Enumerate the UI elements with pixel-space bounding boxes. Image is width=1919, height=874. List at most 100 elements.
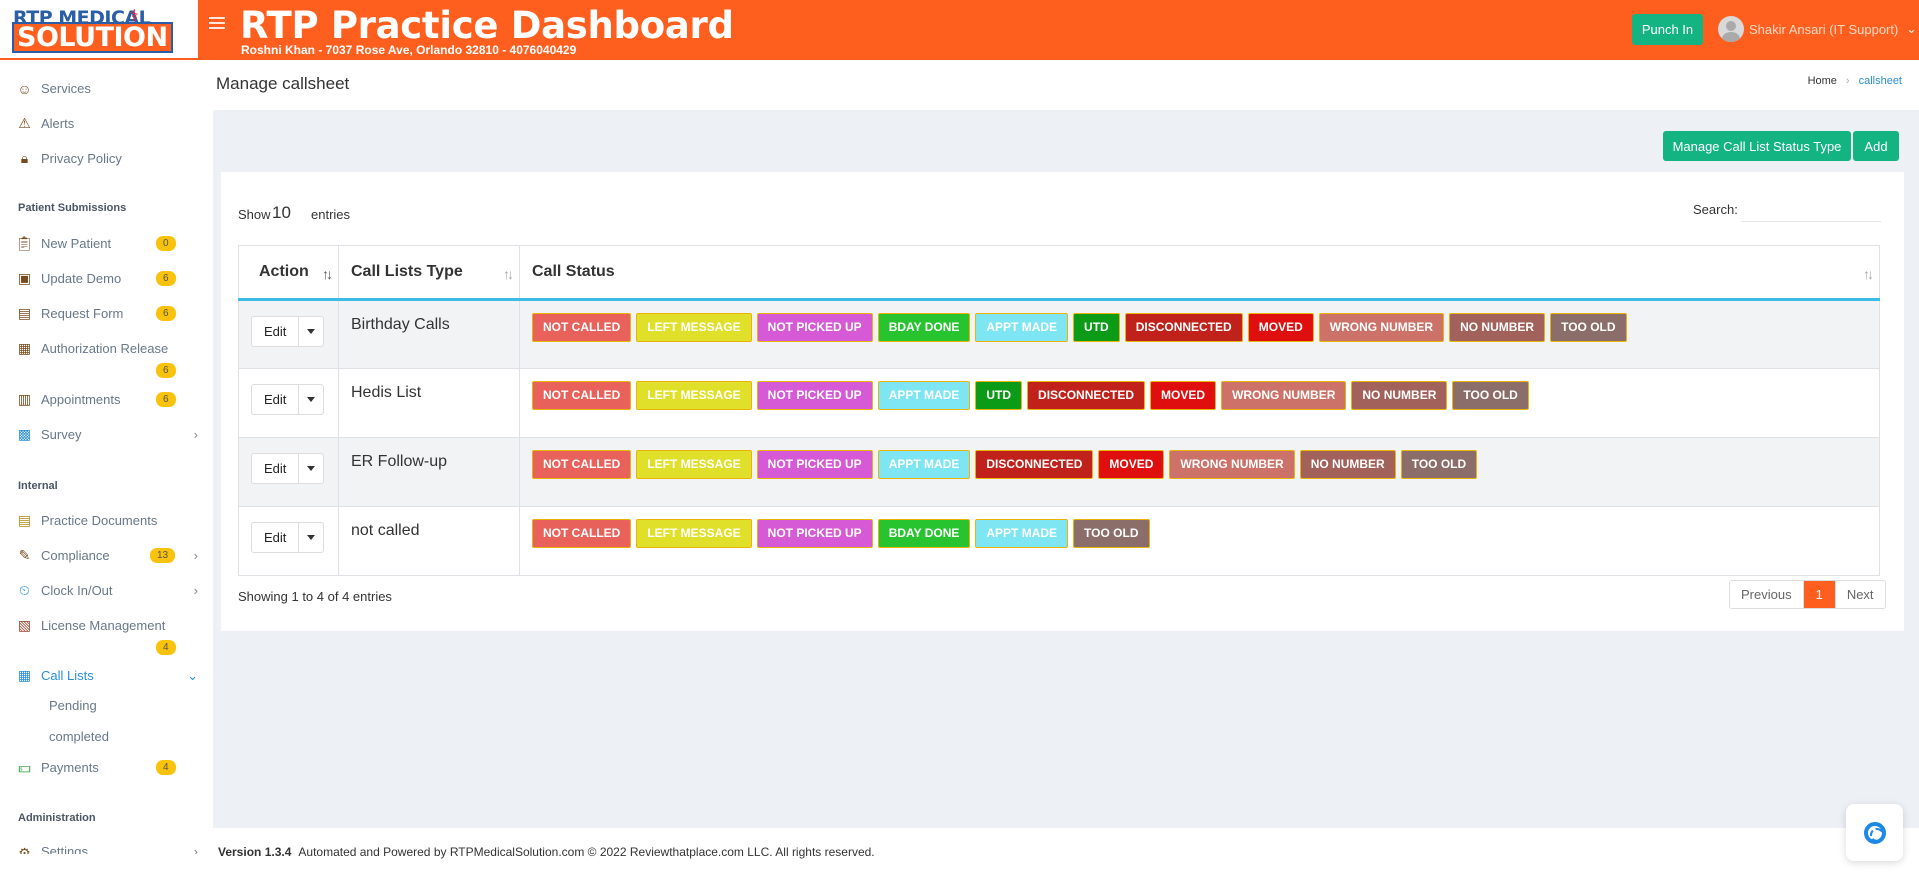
- sidebar-item-authorization-release[interactable]: ▦ Authorization Release: [15, 339, 198, 358]
- status-chip[interactable]: NOT PICKED UP: [756, 313, 873, 342]
- status-chip[interactable]: BDAY DONE: [877, 313, 971, 342]
- page-1-button[interactable]: 1: [1803, 581, 1835, 608]
- pencil-icon: ✎: [18, 547, 31, 563]
- sidebar-subitem-pending[interactable]: Pending: [49, 698, 97, 713]
- breadcrumb-home[interactable]: Home: [1808, 75, 1837, 87]
- menu-toggle-icon[interactable]: [209, 17, 225, 31]
- sidebar-item-practice-documents[interactable]: ▤ Practice Documents: [15, 511, 198, 530]
- section-patient-submissions: Patient Submissions: [18, 202, 127, 214]
- sort-icon: ↑↓: [322, 266, 333, 282]
- status-chip[interactable]: WRONG NUMBER: [1169, 450, 1295, 479]
- practice-subtitle: Roshni Khan - 7037 Rose Ave, Orlando 328…: [241, 43, 577, 57]
- status-chip[interactable]: DISCONNECTED: [1124, 313, 1243, 342]
- sidebar-item-update-demo[interactable]: ▣ Update Demo 6: [15, 269, 198, 288]
- status-chip[interactable]: WRONG NUMBER: [1318, 313, 1445, 342]
- sidebar-subitem-completed[interactable]: completed: [49, 729, 109, 744]
- chevron-down-icon: ⌄: [187, 667, 198, 683]
- caret-down-icon[interactable]: [299, 317, 323, 346]
- status-chip[interactable]: NO NUMBER: [1449, 313, 1546, 342]
- status-chip[interactable]: APPT MADE: [975, 313, 1069, 342]
- section-administration: Administration: [18, 812, 96, 824]
- status-chip[interactable]: TOO OLD: [1073, 519, 1150, 548]
- status-chip[interactable]: LEFT MESSAGE: [636, 313, 752, 342]
- edit-button[interactable]: Edit: [252, 523, 300, 552]
- status-chip[interactable]: NOT PICKED UP: [756, 450, 873, 479]
- search-input[interactable]: [1741, 196, 1881, 222]
- manage-status-type-button[interactable]: Manage Call List Status Type: [1663, 131, 1851, 161]
- status-chip[interactable]: NO NUMBER: [1351, 381, 1448, 410]
- status-chip[interactable]: TOO OLD: [1550, 313, 1627, 342]
- money-icon: 💵︎: [18, 759, 31, 775]
- previous-page-button[interactable]: Previous: [1730, 581, 1804, 608]
- status-chip[interactable]: DISCONNECTED: [1027, 381, 1146, 410]
- status-chip[interactable]: TOO OLD: [1400, 450, 1478, 479]
- sidebar-item-appointments[interactable]: ▥ Appointments 6: [15, 390, 198, 409]
- status-chip[interactable]: NO NUMBER: [1299, 450, 1396, 479]
- caret-down-icon[interactable]: [299, 523, 323, 552]
- status-chip[interactable]: DISCONNECTED: [975, 450, 1094, 479]
- count-badge: 6: [156, 306, 176, 321]
- caret-down-icon[interactable]: [299, 385, 323, 414]
- status-chip[interactable]: APPT MADE: [877, 450, 971, 479]
- column-header-type[interactable]: Call Lists Type ↑↓: [338, 245, 520, 301]
- punch-in-button[interactable]: Punch In: [1632, 14, 1703, 45]
- sidebar-item-label: Payments: [41, 760, 99, 775]
- sidebar-item-new-patient[interactable]: 📋︎ New Patient 0: [15, 234, 198, 253]
- top-header: RTP MEDICAL ⚕ SOLUTION RTP Practice Dash…: [0, 0, 1919, 60]
- sidebar-item-payments[interactable]: 💵︎ Payments 4: [15, 758, 198, 777]
- logo[interactable]: RTP MEDICAL ⚕ SOLUTION: [0, 0, 198, 60]
- sidebar-item-label: License Management: [41, 618, 166, 633]
- column-label: Call Lists Type: [351, 263, 463, 280]
- page-length-select[interactable]: 10: [272, 203, 291, 223]
- user-menu[interactable]: Shakir Ansari (IT Support) ⌄: [1718, 16, 1916, 42]
- help-button[interactable]: [1846, 804, 1903, 861]
- edit-button-group: Edit: [251, 453, 325, 484]
- sidebar-item-survey[interactable]: ▩ Survey ›: [15, 425, 198, 444]
- status-chip[interactable]: BDAY DONE: [877, 519, 971, 548]
- sidebar-item-request-form[interactable]: ▤ Request Form 6: [15, 304, 198, 323]
- table-row: Edit not called NOT CALLED LEFT MESSAGE NOT …: [238, 506, 1880, 576]
- status-chip[interactable]: MOVED: [1098, 450, 1165, 479]
- status-chip[interactable]: UTD: [1073, 313, 1120, 342]
- status-chip[interactable]: APPT MADE: [975, 519, 1069, 548]
- sidebar-item-settings[interactable]: ⚙ Settings ›: [15, 844, 198, 854]
- sidebar-item-label: Privacy Policy: [41, 151, 122, 166]
- sort-icon: ↑↓: [1863, 266, 1874, 282]
- table-info: Showing 1 to 4 of 4 entries: [238, 589, 392, 604]
- edit-button[interactable]: Edit: [252, 385, 300, 414]
- status-chip[interactable]: NOT CALLED: [532, 381, 632, 410]
- status-chip[interactable]: MOVED: [1150, 381, 1217, 410]
- status-chip[interactable]: NOT PICKED UP: [756, 381, 873, 410]
- next-page-button[interactable]: Next: [1834, 581, 1885, 608]
- column-header-status[interactable]: Call Status ↑↓: [519, 245, 1880, 301]
- sidebar-item-privacy-policy[interactable]: 🔒︎ Privacy Policy: [15, 149, 198, 168]
- add-button[interactable]: Add: [1853, 131, 1899, 161]
- status-chip[interactable]: NOT CALLED: [532, 313, 632, 342]
- breadcrumb-separator-icon: ›: [1845, 75, 1850, 87]
- edit-button[interactable]: Edit: [252, 317, 300, 346]
- services-icon: ☺: [17, 80, 32, 97]
- sidebar-item-alerts[interactable]: ⚠ Alerts: [15, 114, 198, 133]
- status-chip[interactable]: NOT CALLED: [532, 519, 632, 548]
- status-chip[interactable]: NOT PICKED UP: [756, 519, 873, 548]
- sidebar-item-license-management[interactable]: ▧ License Management: [15, 616, 198, 635]
- edit-button[interactable]: Edit: [252, 454, 300, 483]
- sidebar-item-call-lists[interactable]: ▦ Call Lists ⌄: [15, 666, 198, 685]
- status-chip[interactable]: TOO OLD: [1452, 381, 1529, 410]
- caret-down-icon[interactable]: [299, 454, 323, 483]
- status-chip[interactable]: LEFT MESSAGE: [636, 381, 752, 410]
- table-row: Edit Hedis List NOT CALLED LEFT MESSAGE NOT …: [238, 368, 1880, 438]
- sidebar-item-services[interactable]: ☺ Services: [15, 79, 198, 98]
- sidebar-item-clock-in-out[interactable]: ⏲ Clock In/Out ›: [15, 581, 198, 600]
- status-chip[interactable]: LEFT MESSAGE: [636, 519, 752, 548]
- status-chip[interactable]: WRONG NUMBER: [1221, 381, 1347, 410]
- form-icon: ▤: [17, 305, 32, 321]
- status-chip[interactable]: UTD: [975, 381, 1023, 410]
- status-chip[interactable]: MOVED: [1247, 313, 1314, 342]
- column-header-action[interactable]: Action ↑↓: [238, 245, 339, 301]
- status-chip[interactable]: NOT CALLED: [532, 450, 632, 479]
- chevron-right-icon: ›: [193, 583, 198, 598]
- status-chip[interactable]: LEFT MESSAGE: [636, 450, 752, 479]
- status-chip[interactable]: APPT MADE: [877, 381, 971, 410]
- sidebar-item-compliance[interactable]: ✎ Compliance 13 ›: [15, 546, 198, 565]
